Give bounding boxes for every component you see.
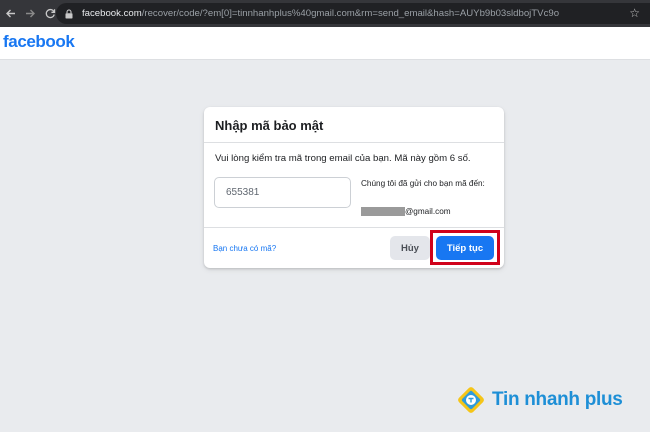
recipient-email: @gmail.com [361,207,451,216]
facebook-logo[interactable]: facebook [3,32,75,52]
dialog-description: Vui lòng kiểm tra mã trong email của bạn… [215,153,471,164]
url-text: facebook.com/recover/code/?em[0]=tinnhan… [82,8,560,19]
divider [204,142,504,143]
cancel-button[interactable]: Hủy [390,236,430,260]
watermark: Tin nhanh plus [457,386,623,414]
divider [204,227,504,228]
site-header: facebook [0,27,650,60]
watermark-text: Tin nhanh plus [492,389,623,410]
dialog-title: Nhập mã bảo mật [215,118,324,133]
sent-info-text: Chúng tôi đã gửi cho bạn mã đến: [361,179,485,188]
security-code-input[interactable] [214,177,351,208]
highlight-box [430,230,500,265]
redacted-email-block [361,207,405,216]
browser-toolbar: facebook.com/recover/code/?em[0]=tinnhan… [0,0,650,27]
no-code-link[interactable]: Bạn chưa có mã? [213,244,276,253]
forward-arrow-icon[interactable] [20,0,40,27]
tin-nhanh-plus-logo-icon [458,387,484,413]
lock-icon [64,8,74,19]
back-arrow-icon[interactable] [0,0,20,27]
email-suffix: @gmail.com [405,207,451,216]
star-icon[interactable]: ☆ [629,6,640,20]
address-bar[interactable]: facebook.com/recover/code/?em[0]=tinnhan… [56,3,650,24]
